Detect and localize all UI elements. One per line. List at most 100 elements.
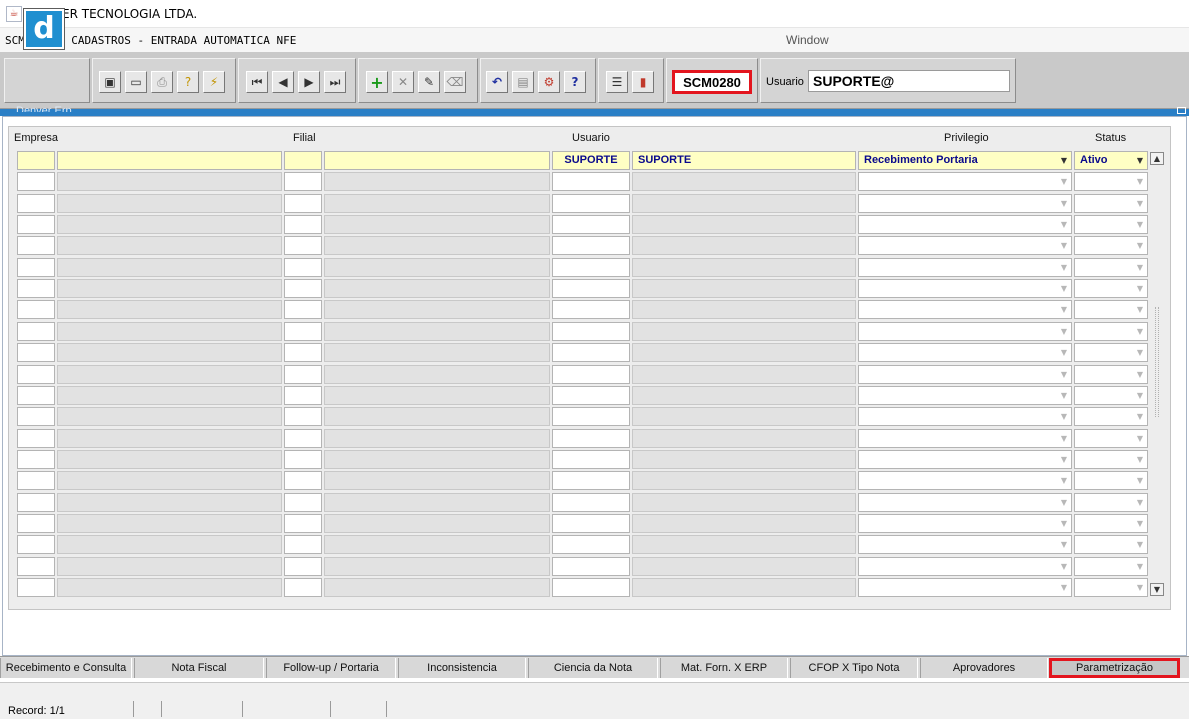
privilegio-select[interactable]: ▼ [858, 258, 1072, 277]
chevron-down-icon[interactable]: ▼ [1058, 472, 1070, 489]
chevron-down-icon[interactable]: ▼ [1134, 366, 1146, 383]
empresa-name-field[interactable] [57, 300, 282, 319]
chevron-down-icon[interactable]: ▼ [1134, 515, 1146, 532]
privilegio-select[interactable]: ▼ [858, 279, 1072, 298]
usuario-name-field[interactable] [632, 172, 856, 191]
usuario-name-field[interactable] [632, 322, 856, 341]
privilegio-select[interactable]: Recebimento Portaria ▼ [858, 151, 1072, 170]
filial-code-field[interactable] [284, 151, 322, 170]
status-select[interactable]: ▼ [1074, 578, 1148, 597]
empresa-code-field[interactable] [17, 365, 55, 384]
usuario-name-field[interactable] [632, 493, 856, 512]
chevron-down-icon[interactable]: ▼ [1134, 408, 1146, 425]
empresa-name-field[interactable] [57, 365, 282, 384]
status-select[interactable]: ▼ [1074, 386, 1148, 405]
filial-code-field[interactable] [284, 279, 322, 298]
filial-code-field[interactable] [284, 300, 322, 319]
form-title-menu[interactable]: SCM0280 - CADASTROS - ENTRADA AUTOMATICA… [0, 34, 786, 47]
usuario-name-field[interactable] [632, 236, 856, 255]
usuario-name-field[interactable] [632, 343, 856, 362]
filial-name-field[interactable] [324, 258, 550, 277]
status-select[interactable]: ▼ [1074, 194, 1148, 213]
empresa-name-field[interactable] [57, 407, 282, 426]
empresa-code-field[interactable] [17, 471, 55, 490]
status-select[interactable]: ▼ [1074, 365, 1148, 384]
status-select[interactable]: ▼ [1074, 471, 1148, 490]
filial-code-field[interactable] [284, 493, 322, 512]
status-select[interactable]: ▼ [1074, 514, 1148, 533]
empresa-code-field[interactable] [17, 578, 55, 597]
usuario-code-field[interactable] [552, 407, 630, 426]
usuario-field[interactable]: SUPORTE@ [808, 70, 1010, 92]
usuario-name-field[interactable] [632, 300, 856, 319]
status-select[interactable]: ▼ [1074, 493, 1148, 512]
chevron-down-icon[interactable]: ▼ [1058, 344, 1070, 361]
filial-name-field[interactable] [324, 471, 550, 490]
empresa-name-field[interactable] [57, 322, 282, 341]
usuario-name-field[interactable] [632, 535, 856, 554]
filial-name-field[interactable] [324, 535, 550, 554]
empresa-name-field[interactable] [57, 236, 282, 255]
empresa-name-field[interactable] [57, 215, 282, 234]
previous-record-icon[interactable]: ◀ [272, 71, 294, 93]
filial-code-field[interactable] [284, 407, 322, 426]
usuario-name-field[interactable] [632, 471, 856, 490]
chevron-down-icon[interactable]: ▼ [1058, 152, 1070, 169]
privilegio-select[interactable]: ▼ [858, 194, 1072, 213]
clipboard-icon[interactable]: ▤ [512, 71, 534, 93]
privilegio-select[interactable]: ▼ [858, 429, 1072, 448]
tab-nota-fiscal[interactable]: Nota Fiscal [134, 658, 264, 678]
chevron-down-icon[interactable]: ▼ [1058, 558, 1070, 575]
scroll-down-icon[interactable]: ▼ [1150, 583, 1164, 596]
privilegio-select[interactable]: ▼ [858, 471, 1072, 490]
window-menu[interactable]: Window [786, 33, 829, 47]
usuario-name-field[interactable] [632, 194, 856, 213]
chevron-down-icon[interactable]: ▼ [1134, 152, 1146, 169]
privilegio-select[interactable]: ▼ [858, 514, 1072, 533]
chevron-down-icon[interactable]: ▼ [1058, 430, 1070, 447]
empresa-code-field[interactable] [17, 236, 55, 255]
chevron-down-icon[interactable]: ▼ [1058, 301, 1070, 318]
usuario-code-field[interactable] [552, 535, 630, 554]
privilegio-select[interactable]: ▼ [858, 365, 1072, 384]
usuario-name-field[interactable]: SUPORTE [632, 151, 856, 170]
chevron-down-icon[interactable]: ▼ [1134, 237, 1146, 254]
filial-code-field[interactable] [284, 343, 322, 362]
filial-code-field[interactable] [284, 386, 322, 405]
usuario-code-field[interactable] [552, 258, 630, 277]
chevron-down-icon[interactable]: ▼ [1058, 515, 1070, 532]
usuario-code-field[interactable] [552, 343, 630, 362]
usuario-code-field[interactable] [552, 386, 630, 405]
print-icon[interactable]: ⎙ [151, 71, 173, 93]
grid-scrollbar[interactable]: ▲ ▼ [1150, 152, 1164, 598]
usuario-code-field[interactable] [552, 471, 630, 490]
chevron-down-icon[interactable]: ▼ [1134, 259, 1146, 276]
chevron-down-icon[interactable]: ▼ [1134, 430, 1146, 447]
filial-name-field[interactable] [324, 172, 550, 191]
maximize-icon[interactable] [1177, 107, 1186, 114]
status-select[interactable]: ▼ [1074, 535, 1148, 554]
usuario-code-field[interactable] [552, 322, 630, 341]
empresa-code-field[interactable] [17, 343, 55, 362]
status-select[interactable]: ▼ [1074, 343, 1148, 362]
delete-record-icon[interactable]: ✕ [392, 71, 414, 93]
chevron-down-icon[interactable]: ▼ [1134, 387, 1146, 404]
empresa-name-field[interactable] [57, 557, 282, 576]
usuario-code-field[interactable] [552, 557, 630, 576]
empresa-name-field[interactable] [57, 258, 282, 277]
chevron-down-icon[interactable]: ▼ [1134, 494, 1146, 511]
chevron-down-icon[interactable]: ▼ [1058, 536, 1070, 553]
empresa-code-field[interactable] [17, 450, 55, 469]
menu-icon[interactable]: ☰ [606, 71, 628, 93]
usuario-name-field[interactable] [632, 429, 856, 448]
filial-name-field[interactable] [324, 578, 550, 597]
empresa-code-field[interactable] [17, 300, 55, 319]
usuario-code-field[interactable] [552, 279, 630, 298]
insert-record-icon[interactable]: + [366, 71, 388, 93]
chevron-down-icon[interactable]: ▼ [1134, 472, 1146, 489]
empresa-name-field[interactable] [57, 172, 282, 191]
filial-name-field[interactable] [324, 407, 550, 426]
empresa-code-field[interactable] [17, 322, 55, 341]
empresa-name-field[interactable] [57, 386, 282, 405]
tools-icon[interactable]: ⚙ [538, 71, 560, 93]
